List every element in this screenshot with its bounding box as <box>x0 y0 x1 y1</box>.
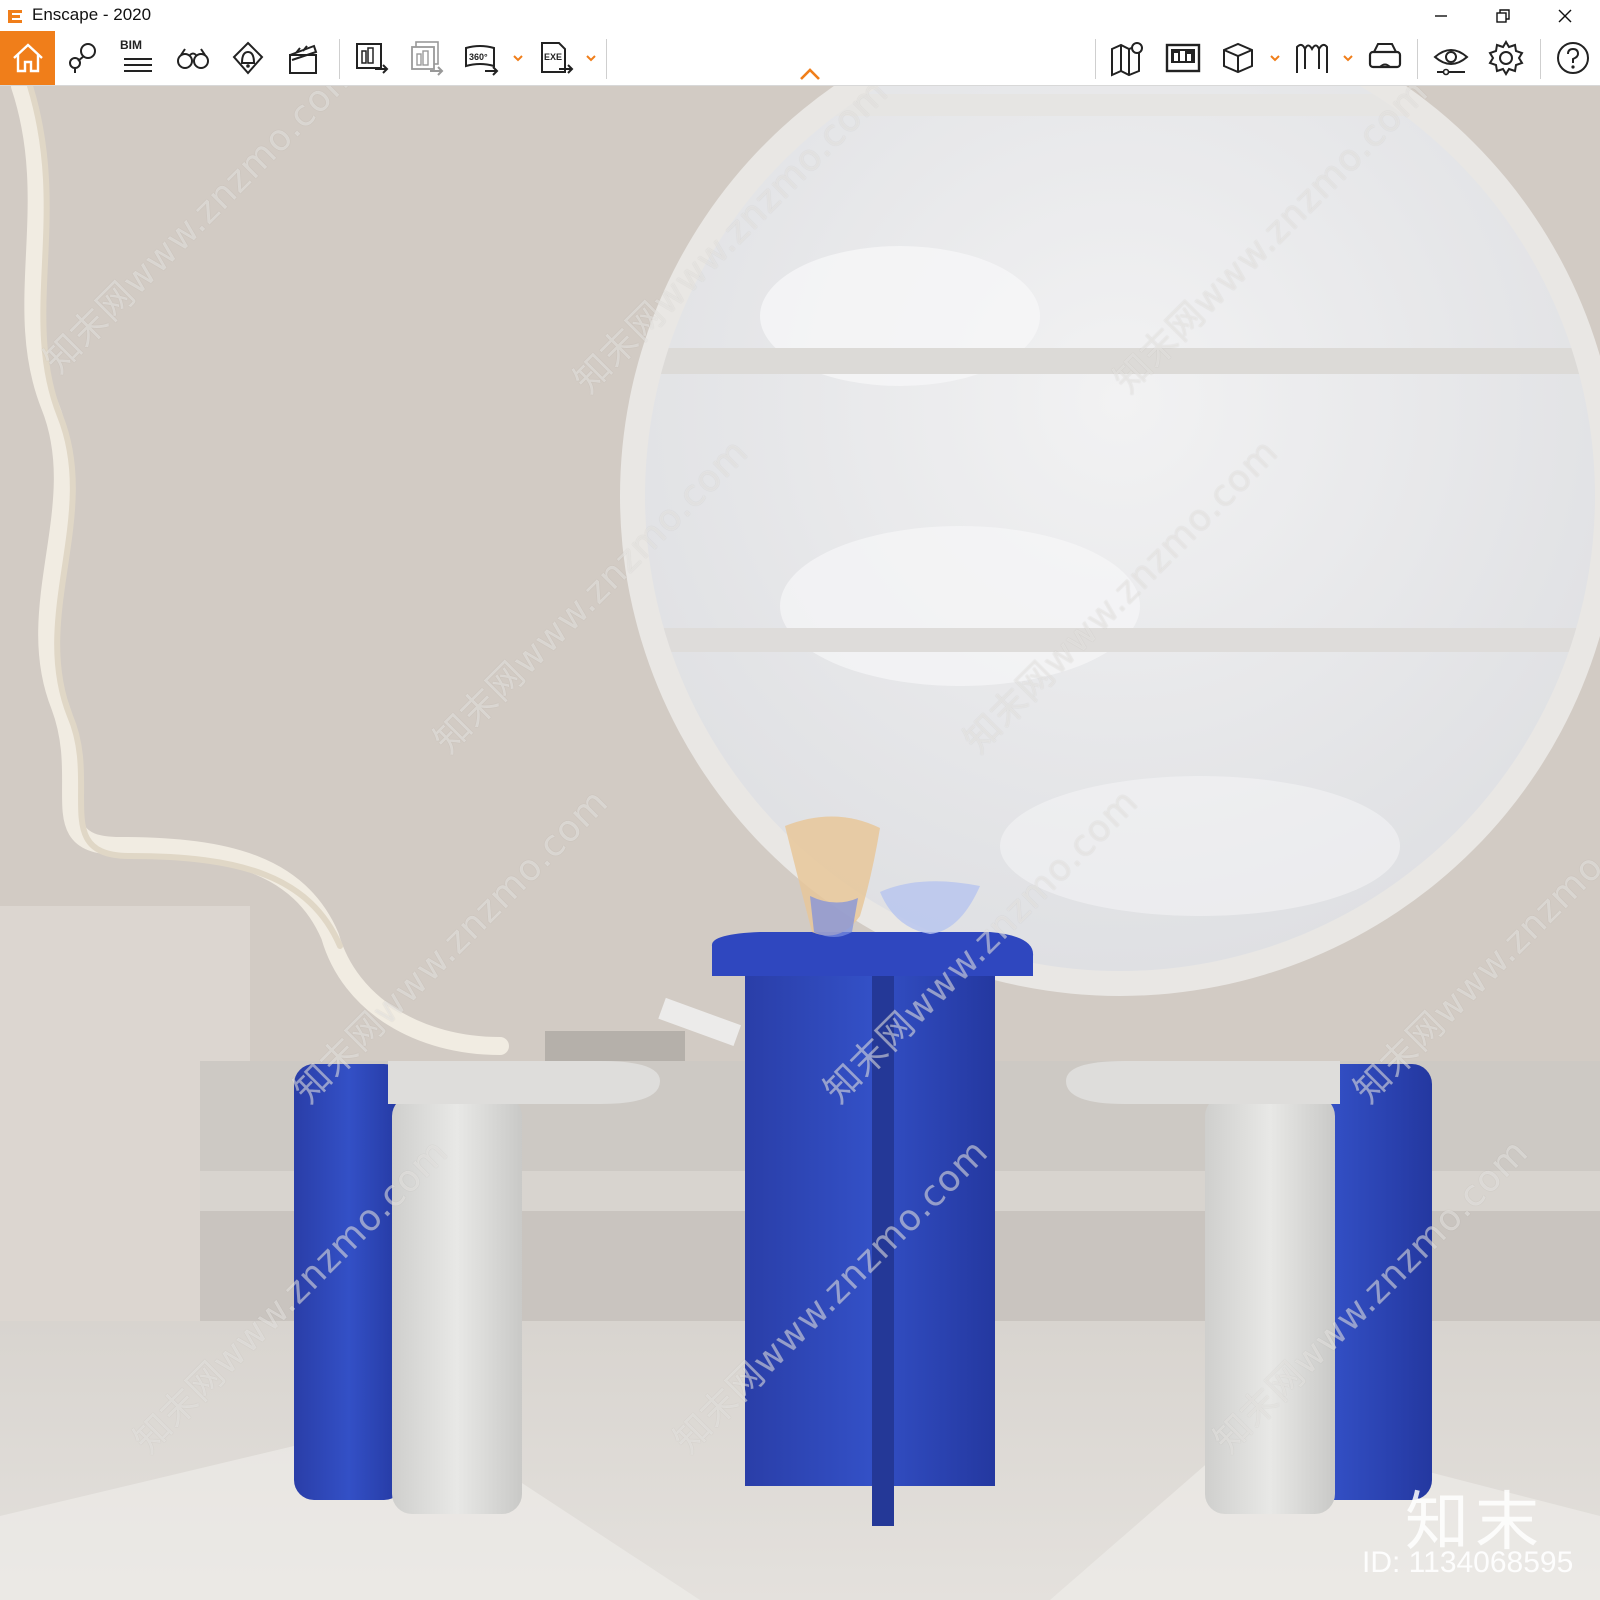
clapperboard-icon <box>289 44 318 74</box>
panorama-360-icon: 360° <box>465 45 499 76</box>
library-icon <box>1296 43 1328 73</box>
minimize-button[interactable] <box>1410 0 1472 31</box>
views-button[interactable] <box>59 34 107 82</box>
minimize-icon <box>1435 14 1447 17</box>
asset-library-button[interactable] <box>1214 34 1262 82</box>
vr-headset-icon <box>1368 43 1402 69</box>
panorama-dropdown-icon[interactable] <box>511 51 525 65</box>
cube-icon <box>1223 42 1253 74</box>
window-title: Enscape - 2020 <box>32 5 152 24</box>
toolbar-separator <box>1417 39 1418 79</box>
main-toolbar: BIM 360° EXE <box>0 31 1600 86</box>
map-icon <box>1111 42 1143 77</box>
right-table-top <box>1066 1061 1340 1104</box>
render-image-button[interactable] <box>348 34 396 82</box>
left-table-top <box>388 1061 660 1104</box>
asset-dropdown-icon[interactable] <box>1268 51 1282 65</box>
render-viewport[interactable]: 知末网www.znzmo.com 知末网www.znzmo.com 知末网www… <box>0 86 1600 1600</box>
export-exe-button[interactable]: EXE <box>532 34 580 82</box>
capture-button[interactable] <box>1159 34 1207 82</box>
batch-render-button[interactable] <box>403 34 451 82</box>
map-button[interactable] <box>1104 34 1152 82</box>
settings-button[interactable] <box>1482 34 1530 82</box>
render-image-icon <box>356 43 389 74</box>
vr-headset-button[interactable] <box>1361 34 1409 82</box>
image-id-label: ID: 1134068595 <box>1362 1546 1574 1579</box>
map-pin-icon <box>69 43 96 73</box>
restore-icon <box>1496 8 1510 23</box>
video-editor-button[interactable] <box>279 34 327 82</box>
sound-button[interactable] <box>224 34 272 82</box>
home-button[interactable] <box>0 31 55 85</box>
visual-settings-button[interactable] <box>1427 34 1475 82</box>
panorama-button[interactable]: 360° <box>458 34 506 82</box>
collapse-toolbar-icon[interactable] <box>798 67 822 81</box>
panorama-icon-text: 360° <box>469 52 488 62</box>
enscape-logo-icon <box>8 10 22 23</box>
export-icon-text: EXE <box>544 52 562 62</box>
export-exe-icon: EXE <box>541 42 574 74</box>
help-button[interactable] <box>1549 34 1597 82</box>
toolbar-separator <box>339 39 340 79</box>
bim-label: BIM <box>120 38 142 52</box>
library-dropdown-icon[interactable] <box>1341 51 1355 65</box>
toolbar-separator <box>1095 39 1096 79</box>
capture-icon <box>1165 43 1201 73</box>
close-icon <box>1558 9 1572 22</box>
book-stack <box>545 1031 685 1061</box>
home-icon <box>12 43 43 73</box>
close-button[interactable] <box>1534 0 1596 31</box>
export-dropdown-icon[interactable] <box>584 51 598 65</box>
gear-icon <box>1488 40 1524 76</box>
title-bar: Enscape - 2020 <box>0 0 1600 31</box>
eye-settings-icon <box>1433 49 1469 76</box>
help-icon <box>1557 42 1589 74</box>
restore-button[interactable] <box>1472 0 1534 31</box>
toolbar-separator <box>606 39 607 79</box>
library-button[interactable] <box>1288 34 1336 82</box>
walk-mode-button[interactable] <box>169 34 217 82</box>
toolbar-separator <box>1540 39 1541 79</box>
bell-icon <box>232 41 264 75</box>
batch-render-icon <box>411 41 444 76</box>
binoculars-icon <box>177 48 209 69</box>
